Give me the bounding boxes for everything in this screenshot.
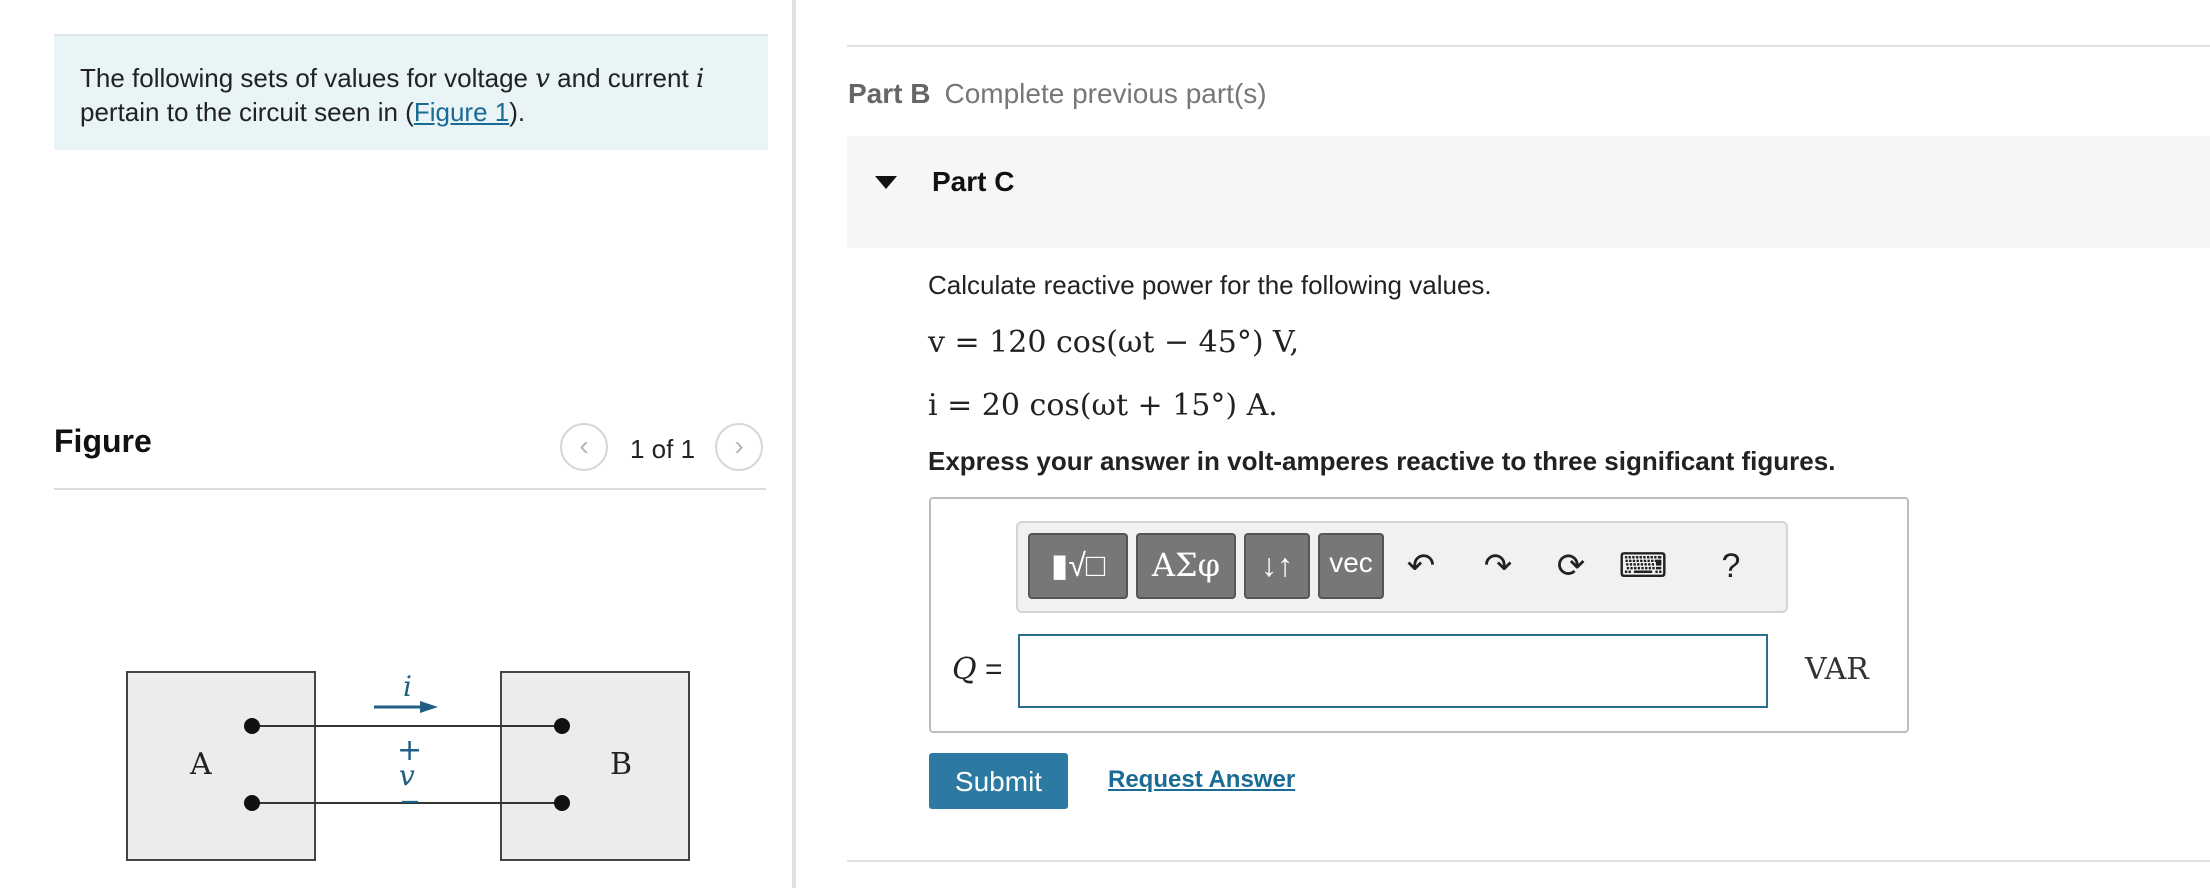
box-b-label: B: [610, 747, 632, 782]
box-a-label: A: [189, 747, 212, 782]
minus-sign: −: [399, 787, 421, 817]
keyboard-icon[interactable]: ⌨: [1618, 541, 1668, 591]
left-pane: The following sets of values for voltage…: [0, 0, 795, 888]
section-divider: [847, 45, 2210, 47]
figure-title: Figure: [54, 423, 152, 459]
terminal-dot: [554, 795, 570, 811]
answer-instruction: Express your answer in volt-amperes reac…: [928, 446, 1836, 476]
answer-input[interactable]: [1018, 634, 1768, 708]
submit-button[interactable]: Submit: [929, 753, 1068, 809]
voltage-equation: v = 120 cos(ωt − 45°) V,: [928, 325, 1300, 360]
answer-unit: VAR: [1805, 652, 1869, 687]
voltage-variable: v: [535, 64, 550, 94]
undo-icon[interactable]: ↶: [1396, 541, 1446, 591]
part-b-label: Part B: [848, 78, 931, 109]
figure-next-button[interactable]: ›: [715, 423, 763, 471]
part-b-status: Complete previous part(s): [944, 78, 1267, 109]
math-toolbar: ▮√□ ΑΣφ ↓↑ vec ↶ ↷ ⟳ ⌨ ?: [1016, 521, 1788, 613]
figure-prev-button[interactable]: ‹: [560, 423, 608, 471]
chevron-left-icon: ‹: [579, 430, 589, 461]
intro-text: and current: [549, 63, 696, 93]
figure-link[interactable]: Figure 1: [414, 97, 509, 127]
current-variable: i: [695, 64, 705, 94]
box-b: [500, 671, 690, 861]
arrows-button[interactable]: ↓↑: [1244, 533, 1310, 599]
circuit-diagram: A B i + v −: [126, 670, 690, 861]
vector-button[interactable]: vec: [1318, 533, 1384, 599]
question-text: Calculate reactive power for the followi…: [928, 270, 1492, 300]
figure-count: 1 of 1: [630, 434, 696, 464]
templates-button[interactable]: ▮√□: [1028, 533, 1128, 599]
intro-text: The following sets of values for voltage: [80, 63, 536, 93]
current-label: i: [403, 670, 412, 703]
section-divider: [847, 860, 2210, 862]
figure-divider: [54, 488, 766, 490]
part-c-header[interactable]: [847, 136, 2210, 248]
help-icon[interactable]: ?: [1706, 541, 1756, 591]
box-a: [126, 671, 316, 861]
current-arrow-head: [420, 701, 438, 713]
answer-variable-label: Q =: [952, 652, 1002, 687]
reset-icon[interactable]: ⟳: [1546, 541, 1596, 591]
intro-text: pertain to the circuit seen in (: [80, 97, 414, 127]
equals-sign: =: [984, 653, 1003, 686]
redo-icon[interactable]: ↷: [1473, 541, 1523, 591]
pane-splitter[interactable]: [792, 0, 796, 888]
variable-q: Q: [952, 652, 977, 687]
terminal-dot: [244, 718, 260, 734]
terminal-dot: [244, 795, 260, 811]
caret-down-icon[interactable]: [875, 176, 897, 189]
part-c-label: Part C: [932, 166, 1015, 197]
terminal-dot: [554, 718, 570, 734]
intro-text-box: The following sets of values for voltage…: [54, 34, 768, 150]
current-equation: i = 20 cos(ωt + 15°) A.: [928, 388, 1278, 423]
greek-symbols-button[interactable]: ΑΣφ: [1136, 533, 1236, 599]
part-b-header[interactable]: Part B Complete previous part(s): [848, 78, 1267, 110]
request-answer-link[interactable]: Request Answer: [1108, 766, 1295, 794]
intro-text: ).: [509, 97, 526, 127]
chevron-right-icon: ›: [734, 430, 744, 461]
